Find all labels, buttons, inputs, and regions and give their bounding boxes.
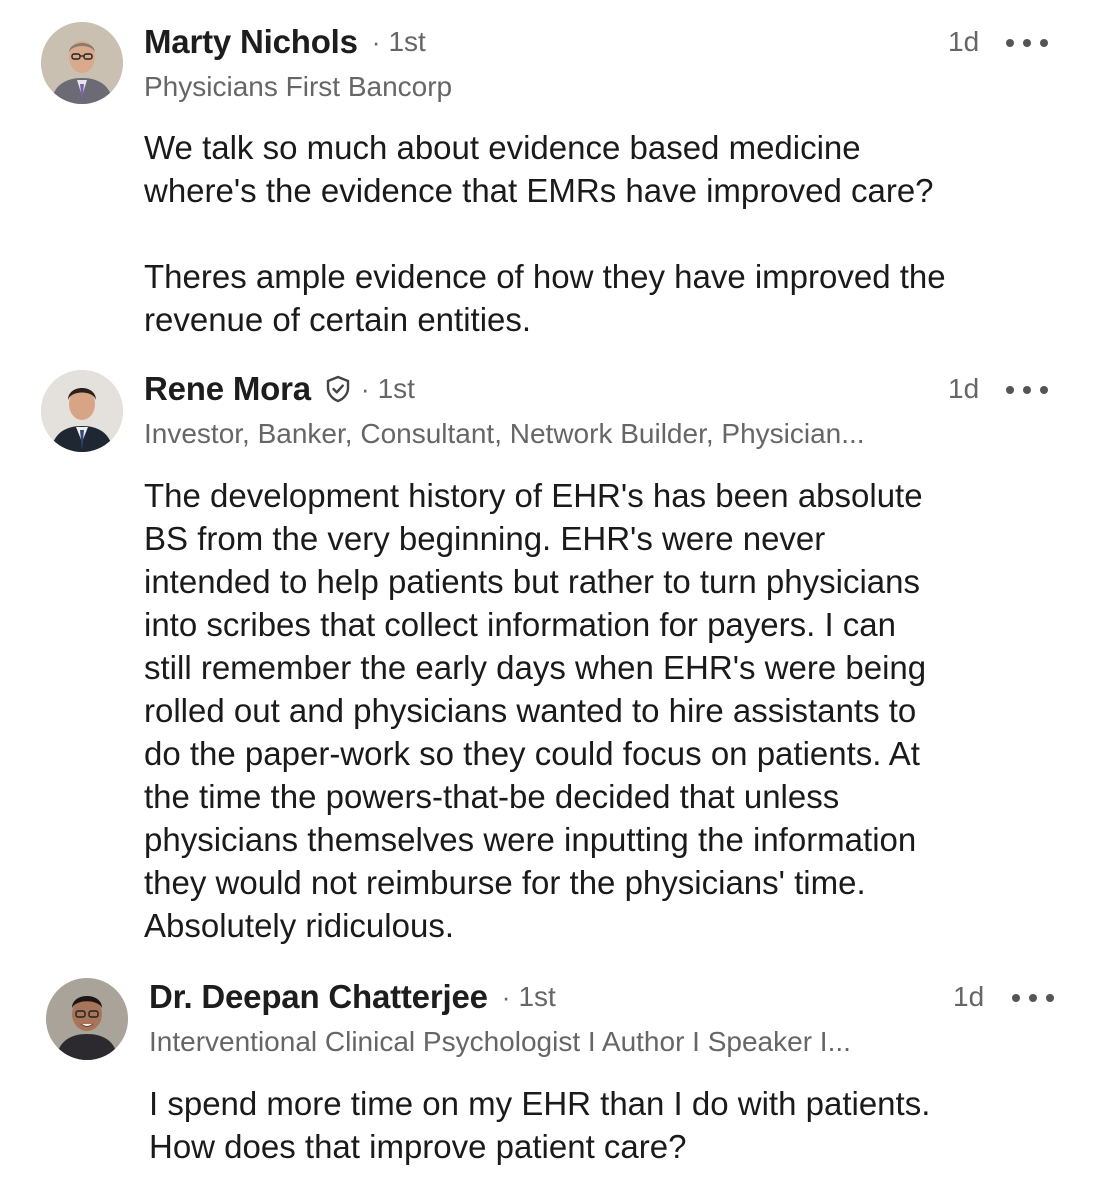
- more-options-icon[interactable]: [1006, 28, 1048, 58]
- connection-degree: 1st: [518, 981, 556, 1012]
- avatar[interactable]: [41, 22, 123, 104]
- separator-dot: ·: [360, 373, 370, 404]
- timestamp: 1d: [953, 981, 985, 1012]
- dot: [1012, 994, 1020, 1002]
- dot: [1023, 386, 1031, 394]
- author-headline: Interventional Clinical Psychologist I A…: [149, 1026, 851, 1057]
- comment-text: We talk so much about evidence based med…: [144, 129, 946, 338]
- connection-degree: 1st: [388, 26, 426, 57]
- dot: [1040, 386, 1048, 394]
- timestamp: 1d: [948, 26, 980, 57]
- dot: [1029, 994, 1037, 1002]
- author-row: Marty Nichols · 1st: [144, 20, 426, 64]
- verified-shield-icon: [323, 374, 353, 404]
- person-icon: [41, 370, 123, 452]
- avatar[interactable]: [41, 370, 123, 452]
- dot: [1006, 39, 1014, 47]
- separator-dot: ·: [501, 981, 511, 1012]
- dot: [1006, 386, 1014, 394]
- timestamp: 1d: [948, 373, 980, 404]
- dot: [1040, 39, 1048, 47]
- more-options-icon[interactable]: [1006, 375, 1048, 405]
- comment-text: I spend more time on my EHR than I do wi…: [149, 1085, 931, 1165]
- author-name[interactable]: Marty Nichols: [144, 23, 358, 61]
- author-name[interactable]: Rene Mora: [144, 370, 311, 408]
- avatar[interactable]: [46, 978, 128, 1060]
- dot: [1046, 994, 1054, 1002]
- author-headline: Investor, Banker, Consultant, Network Bu…: [144, 418, 865, 449]
- separator-dot: ·: [371, 26, 381, 57]
- person-icon: [46, 978, 128, 1060]
- author-name[interactable]: Dr. Deepan Chatterjee: [149, 978, 488, 1016]
- comment-text: The development history of EHR's has bee…: [144, 477, 927, 944]
- author-headline: Physicians First Bancorp: [144, 71, 453, 102]
- dot: [1023, 39, 1031, 47]
- author-row: Rene Mora · 1st: [144, 367, 415, 411]
- author-row: Dr. Deepan Chatterjee · 1st: [149, 975, 556, 1019]
- connection-degree: 1st: [377, 373, 415, 404]
- more-options-icon[interactable]: [1012, 983, 1054, 1013]
- person-icon: [41, 22, 123, 104]
